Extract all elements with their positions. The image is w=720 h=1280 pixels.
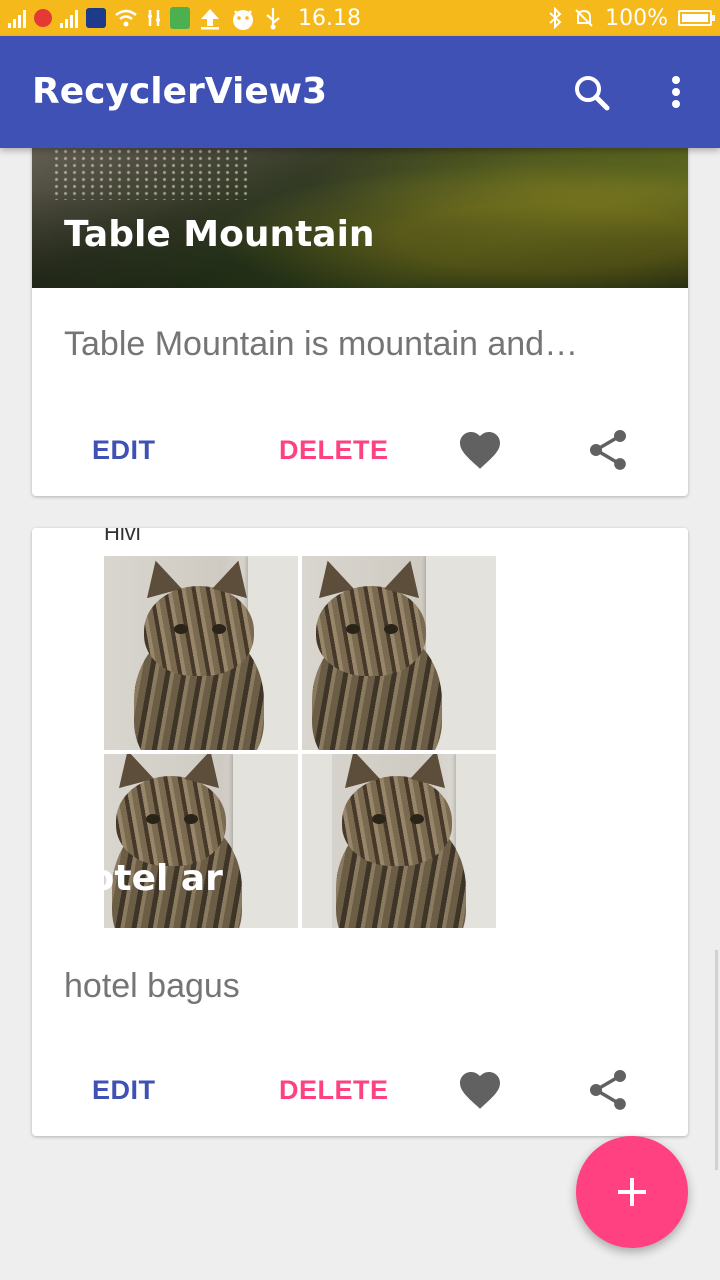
more-vert-icon: [672, 76, 680, 108]
favorite-button[interactable]: [456, 426, 504, 474]
battery-saver-icon: [170, 7, 190, 29]
share-icon: [590, 430, 626, 470]
tools-icon: [148, 10, 160, 26]
signal-icon: [8, 8, 26, 28]
edit-button[interactable]: EDIT: [92, 410, 156, 490]
card-hotel[interactable]: Hivi hotel ar hotel bagus EDIT DELETE: [32, 528, 688, 1136]
battery-icon: [678, 10, 715, 26]
status-bar: 16.18 100%: [0, 0, 720, 36]
wifi-icon: [115, 9, 137, 27]
edit-button[interactable]: EDIT: [92, 1050, 156, 1130]
delete-button[interactable]: DELETE: [279, 410, 389, 490]
scrollbar[interactable]: [715, 950, 718, 1170]
search-button[interactable]: [563, 64, 619, 120]
delete-button[interactable]: DELETE: [279, 1050, 389, 1130]
android-icon: [233, 10, 253, 30]
favorite-icon: [460, 1072, 500, 1109]
app-bar: RecyclerView3: [0, 36, 720, 148]
app-notification-icon: [34, 9, 52, 27]
add-fab-button[interactable]: [576, 1136, 688, 1248]
favorite-icon: [460, 432, 500, 469]
status-bar-notifications: 16.18: [8, 0, 361, 36]
status-time: 16.18: [298, 5, 361, 31]
more-options-button[interactable]: [648, 64, 704, 120]
favorite-button[interactable]: [456, 1066, 504, 1114]
status-bar-system: 100%: [547, 0, 715, 36]
card-title: Table Mountain: [64, 214, 375, 255]
app-notification-icon-2: [86, 8, 106, 28]
bluetooth-icon: [549, 7, 562, 29]
card-table-mountain[interactable]: Table Mountain Table Mountain is mountai…: [32, 120, 688, 496]
card-actions: EDIT DELETE: [32, 410, 688, 490]
share-icon: [590, 1070, 626, 1110]
image-caption: Hivi: [104, 528, 141, 545]
card-actions: EDIT DELETE: [32, 1050, 688, 1130]
add-icon: [618, 1178, 646, 1206]
battery-percent: 100%: [605, 5, 668, 31]
usb-icon: [266, 8, 280, 30]
app-title: RecyclerView3: [32, 71, 328, 112]
card-description: hotel bagus: [64, 967, 240, 1005]
card-description: Table Mountain is mountain and…: [64, 325, 579, 363]
alarm-off-icon: [575, 9, 593, 27]
signal-icon-2: [60, 8, 78, 28]
upload-icon: [201, 9, 219, 30]
share-button[interactable]: [584, 426, 632, 474]
share-button[interactable]: [584, 1066, 632, 1114]
search-icon: [575, 76, 610, 111]
card-image: Hivi hotel ar: [32, 528, 688, 928]
card-title: hotel ar: [64, 858, 223, 899]
